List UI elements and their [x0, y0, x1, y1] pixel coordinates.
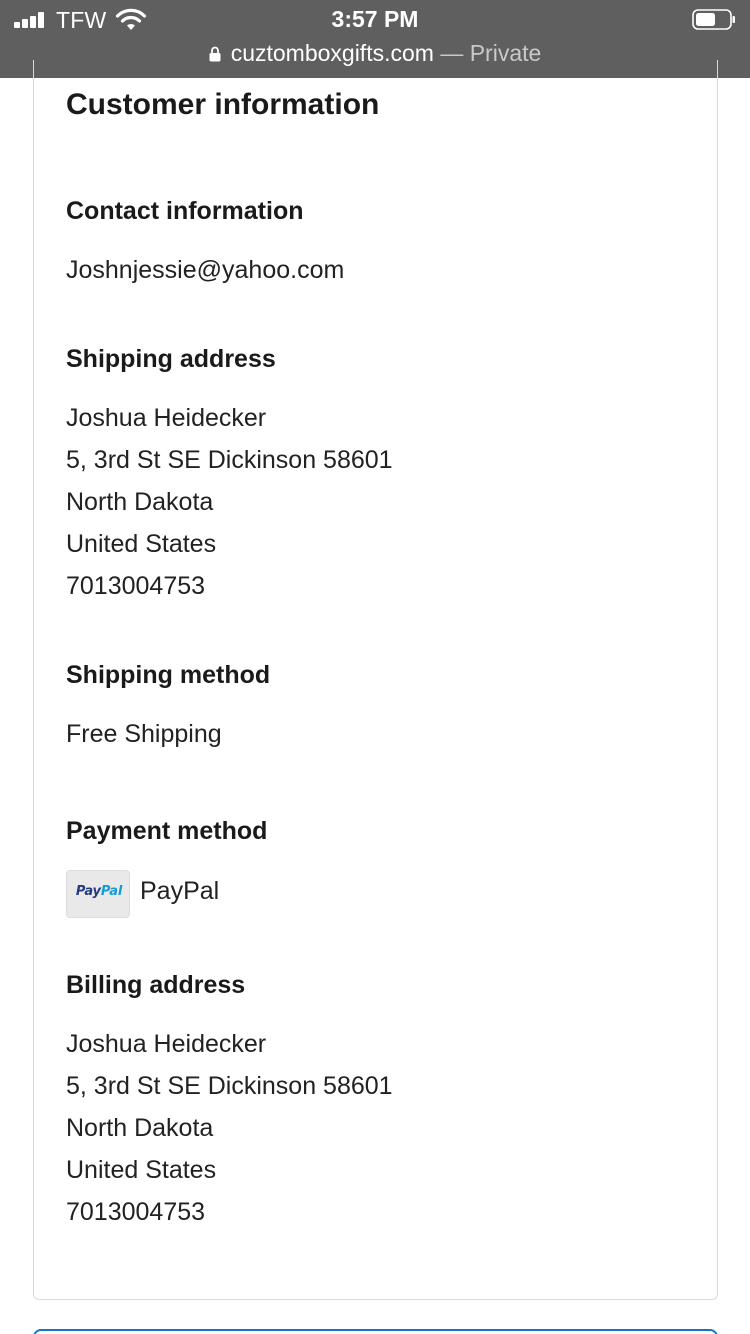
- status-time: 3:57 PM: [331, 6, 419, 32]
- shipping-address-line: United States: [66, 530, 217, 558]
- billing-address-phone: 7013004753: [66, 1198, 206, 1226]
- shipping-address-heading: Shipping address: [66, 345, 276, 373]
- paypal-logo-badge: PayPal: [66, 870, 130, 918]
- billing-address-heading: Billing address: [66, 971, 246, 999]
- billing-address-line: Joshua Heidecker: [66, 1030, 267, 1058]
- contact-email: Joshnjessie@yahoo.com: [66, 256, 345, 284]
- page-title: Customer information: [66, 88, 380, 121]
- payment-method-value: PayPal: [140, 877, 220, 905]
- battery-icon: [692, 9, 735, 30]
- paypal-logo-icon: PayPal: [75, 884, 123, 899]
- shipping-method-value: Free Shipping: [66, 720, 222, 748]
- shipping-address-phone: 7013004753: [66, 572, 206, 600]
- billing-address-line: 5, 3rd St SE Dickinson 58601: [66, 1072, 393, 1100]
- shipping-method-heading: Shipping method: [66, 661, 271, 689]
- continue-button[interactable]: [33, 1329, 718, 1334]
- billing-address-line: United States: [66, 1156, 217, 1184]
- shipping-address-line: 5, 3rd St SE Dickinson 58601: [66, 446, 393, 474]
- contact-information-heading: Contact information: [66, 197, 304, 225]
- shipping-address-line: Joshua Heidecker: [66, 404, 267, 432]
- shipping-address-line: North Dakota: [66, 488, 214, 516]
- status-bar: TFW 3:57 PM: [0, 0, 750, 40]
- billing-address-line: North Dakota: [66, 1114, 214, 1142]
- payment-method-heading: Payment method: [66, 817, 268, 845]
